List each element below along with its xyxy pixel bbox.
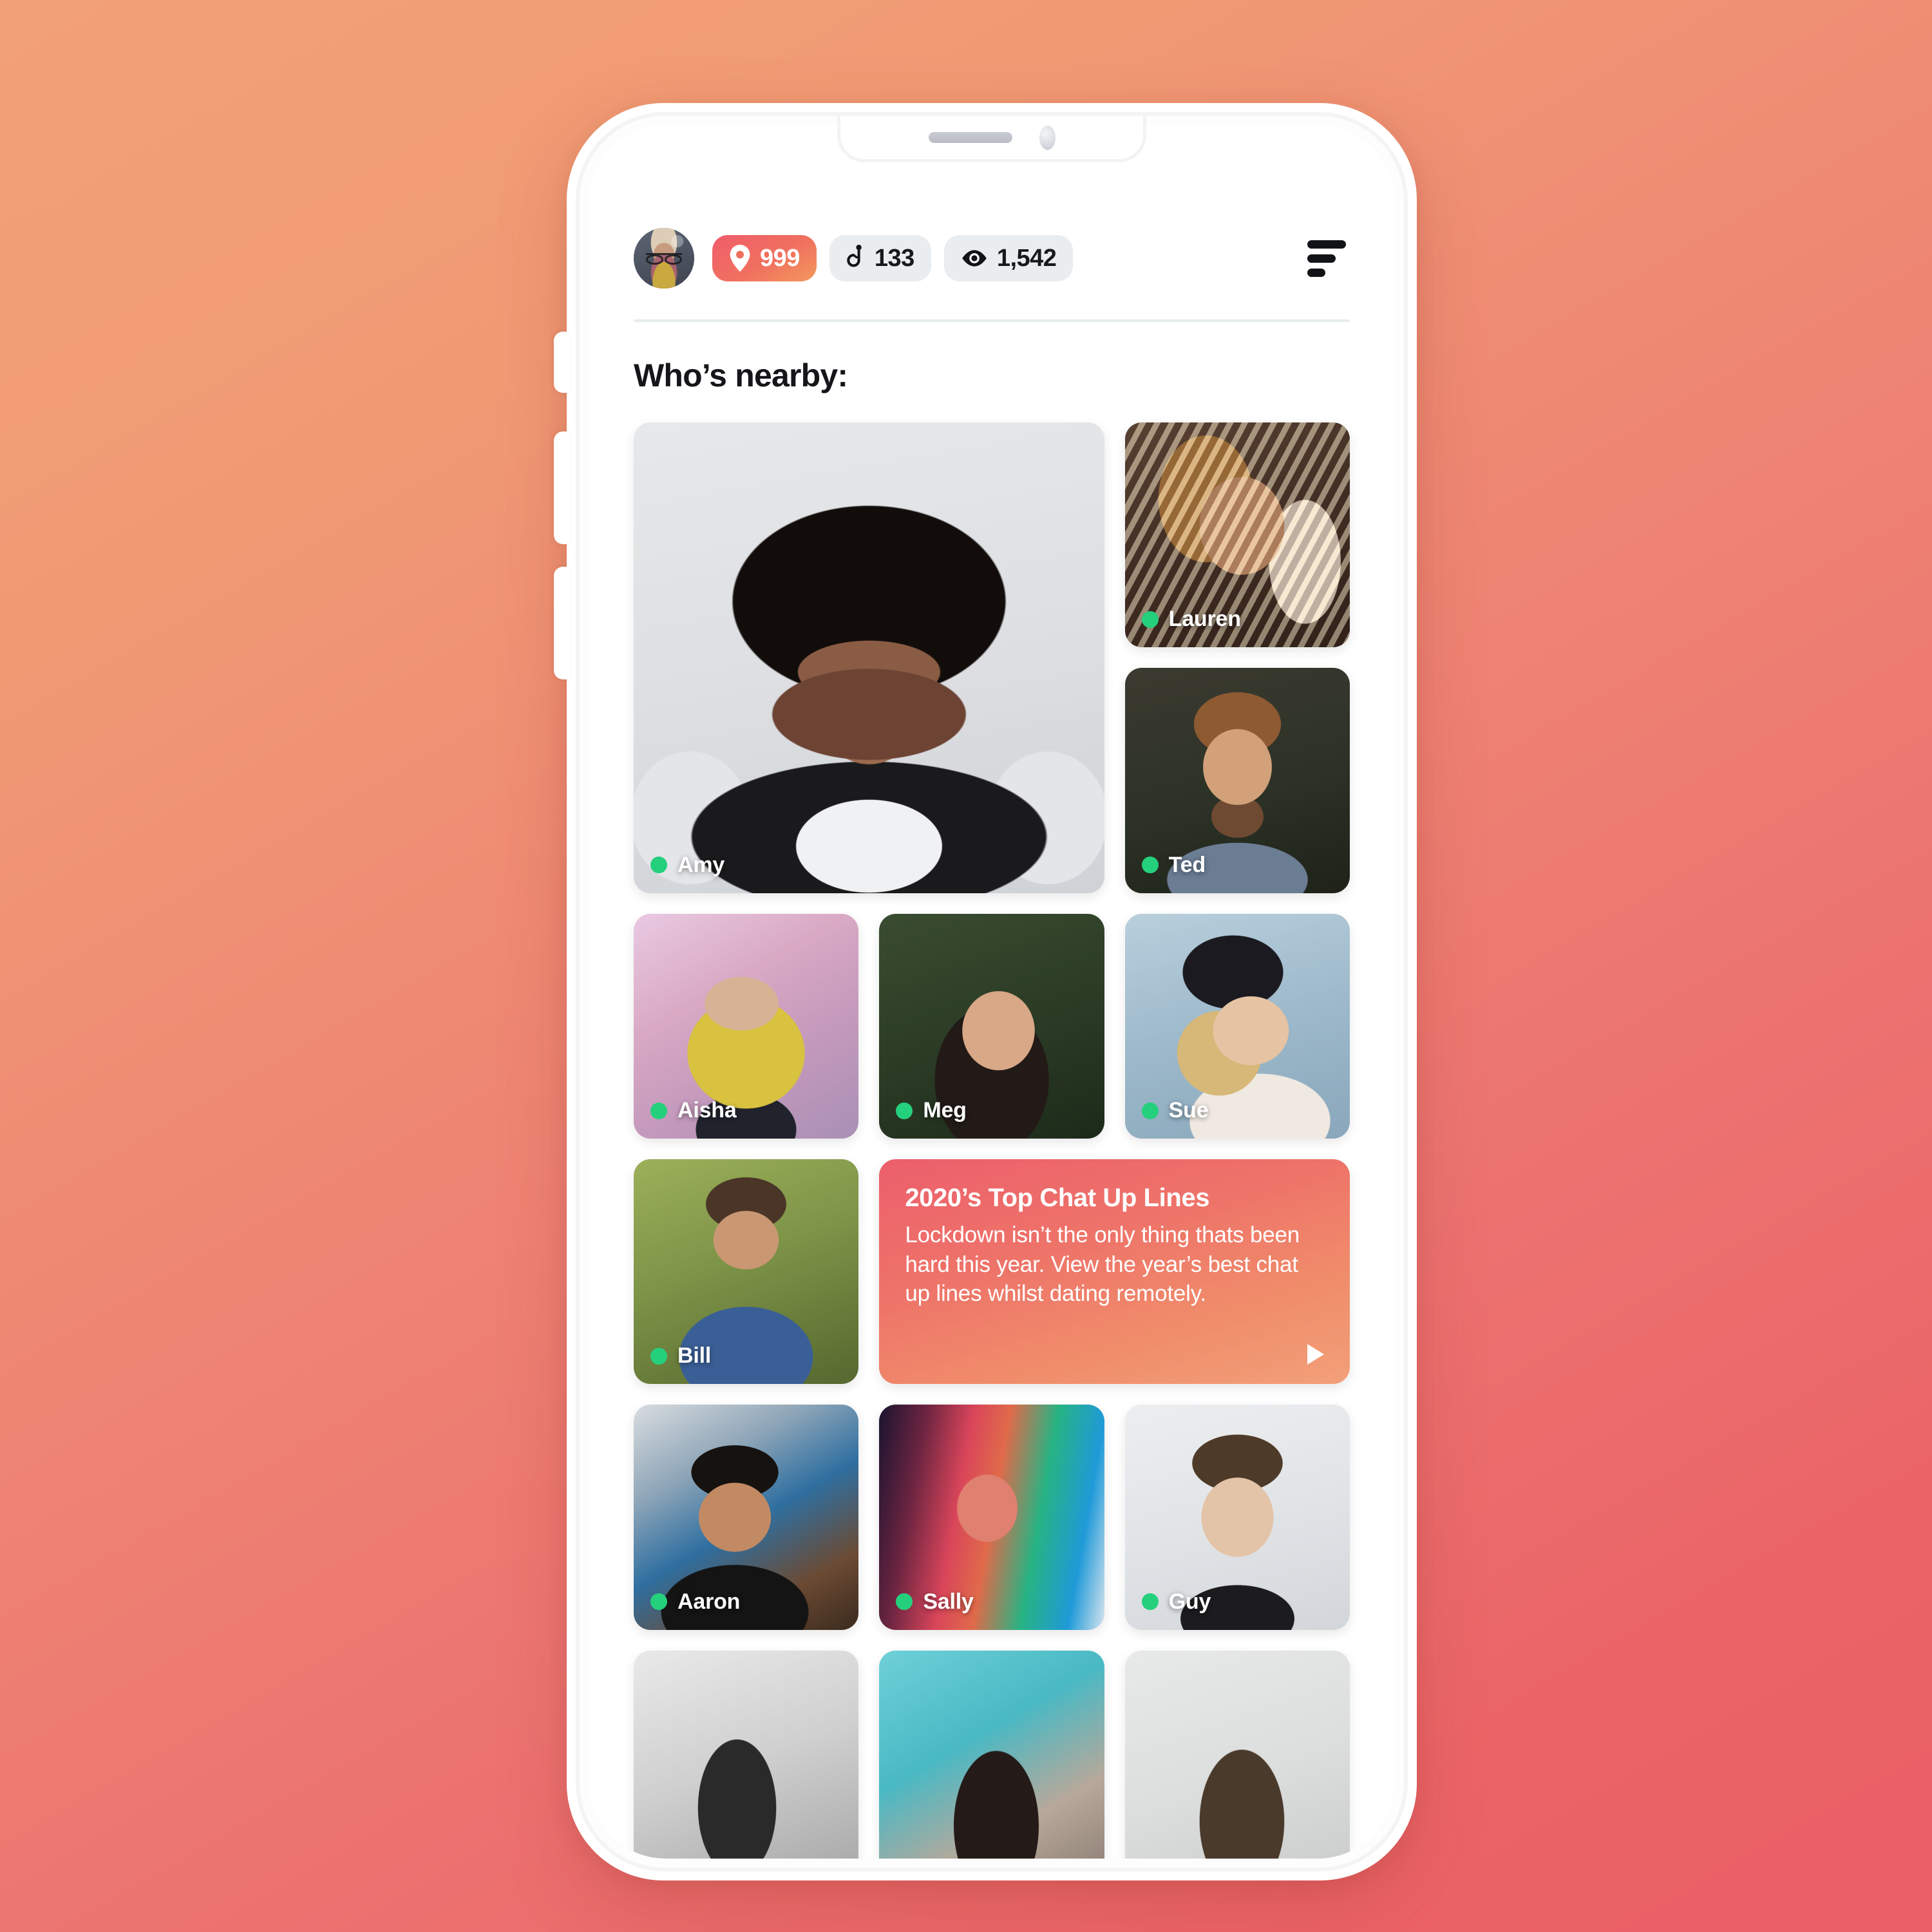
person-name: Sally (923, 1589, 974, 1614)
person-photo (634, 1650, 859, 1859)
header-divider (634, 319, 1350, 322)
filter-bar-1 (1307, 240, 1346, 249)
online-status-dot (1141, 857, 1159, 874)
person-card-partial-3[interactable] (1124, 1650, 1350, 1859)
page-title: Who’s nearby: (634, 357, 848, 393)
people-grid: Amy Lauren Ted Aisha Meg Sue Bill 2020’s… (634, 422, 1350, 1859)
person-name: Aisha (677, 1098, 737, 1123)
online-status-dot (1141, 1102, 1159, 1119)
person-card-aaron[interactable]: Aaron (634, 1405, 859, 1630)
online-status-dot (650, 1347, 667, 1365)
person-card-aisha[interactable]: Aisha (634, 913, 859, 1139)
person-photo (879, 1650, 1104, 1859)
online-status-dot (650, 1593, 667, 1611)
online-status-dot (896, 1102, 913, 1119)
person-name-tag: Sally (896, 1589, 974, 1615)
avatar[interactable] (634, 228, 694, 289)
person-name: Guy (1168, 1589, 1211, 1614)
eye-icon (961, 249, 988, 268)
glasses-icon (645, 253, 683, 265)
promo-title: 2020’s Top Chat Up Lines (905, 1184, 1210, 1213)
person-name-tag: Meg (896, 1098, 967, 1123)
online-status-dot (650, 1102, 667, 1119)
stat-pill-hooks[interactable]: 133 (829, 235, 931, 281)
phone-volume-up-button[interactable] (554, 431, 571, 544)
stat-pill-location[interactable]: 999 (712, 235, 817, 281)
phone-screen: 999 133 1,542 Who’s nearby: Amy Lauren T… (589, 125, 1395, 1859)
phone-notch (837, 116, 1146, 162)
person-photo (634, 422, 1104, 893)
fish-hook-icon (846, 245, 866, 272)
online-status-dot (1141, 1593, 1159, 1611)
person-card-guy[interactable]: Guy (1124, 1405, 1350, 1630)
stat-value-views: 1,542 (996, 244, 1057, 272)
play-icon[interactable] (1307, 1344, 1324, 1365)
person-name-tag: Guy (1141, 1589, 1211, 1615)
person-name-tag: Aaron (650, 1589, 740, 1615)
promo-body: Lockdown isn’t the only thing thats been… (905, 1222, 1300, 1307)
person-card-ted[interactable]: Ted (1124, 668, 1350, 893)
stat-value-hooks: 133 (874, 244, 914, 272)
online-status-dot (896, 1593, 913, 1611)
person-name-tag: Aisha (650, 1098, 737, 1123)
person-card-lauren[interactable]: Lauren (1124, 422, 1350, 648)
person-card-meg[interactable]: Meg (879, 913, 1104, 1139)
person-name: Lauren (1168, 607, 1241, 632)
person-card-sue[interactable]: Sue (1124, 913, 1350, 1139)
filter-bar-3 (1307, 268, 1325, 277)
person-card-sally[interactable]: Sally (879, 1405, 1104, 1630)
earpiece-speaker (928, 132, 1012, 143)
phone-mute-switch[interactable] (554, 332, 571, 393)
app-scroll-container[interactable]: 999 133 1,542 Who’s nearby: Amy Lauren T… (589, 125, 1395, 1859)
stat-pill-views[interactable]: 1,542 (943, 235, 1074, 281)
filter-icon[interactable] (1305, 236, 1350, 281)
map-pin-icon (729, 245, 751, 272)
promo-card[interactable]: 2020’s Top Chat Up Lines Lockdown isn’t … (879, 1159, 1350, 1385)
person-name-tag: Lauren (1141, 607, 1241, 632)
person-name: Amy (677, 852, 725, 877)
person-name: Sue (1168, 1098, 1209, 1123)
phone-mockup: 999 133 1,542 Who’s nearby: Amy Lauren T… (554, 103, 1417, 1880)
filter-bar-2 (1307, 254, 1336, 263)
person-card-bill[interactable]: Bill (634, 1159, 859, 1385)
person-name: Bill (677, 1343, 712, 1368)
online-status-dot (650, 857, 667, 874)
app-header: 999 133 1,542 (634, 228, 1350, 289)
person-name-tag: Bill (650, 1343, 711, 1368)
stat-value-location: 999 (760, 244, 800, 272)
person-name: Aaron (677, 1589, 741, 1614)
person-name: Ted (1168, 852, 1206, 877)
phone-volume-down-button[interactable] (554, 567, 571, 679)
person-card-amy[interactable]: Amy (634, 422, 1104, 893)
person-name-tag: Amy (650, 853, 724, 878)
person-name-tag: Ted (1141, 852, 1206, 878)
online-status-dot (1141, 611, 1159, 628)
person-card-partial-2[interactable] (879, 1650, 1104, 1859)
person-card-partial-1[interactable] (634, 1650, 859, 1859)
front-camera-icon (1039, 125, 1056, 150)
person-photo (1124, 1650, 1350, 1859)
person-name: Meg (923, 1098, 967, 1123)
person-name-tag: Sue (1141, 1098, 1209, 1123)
